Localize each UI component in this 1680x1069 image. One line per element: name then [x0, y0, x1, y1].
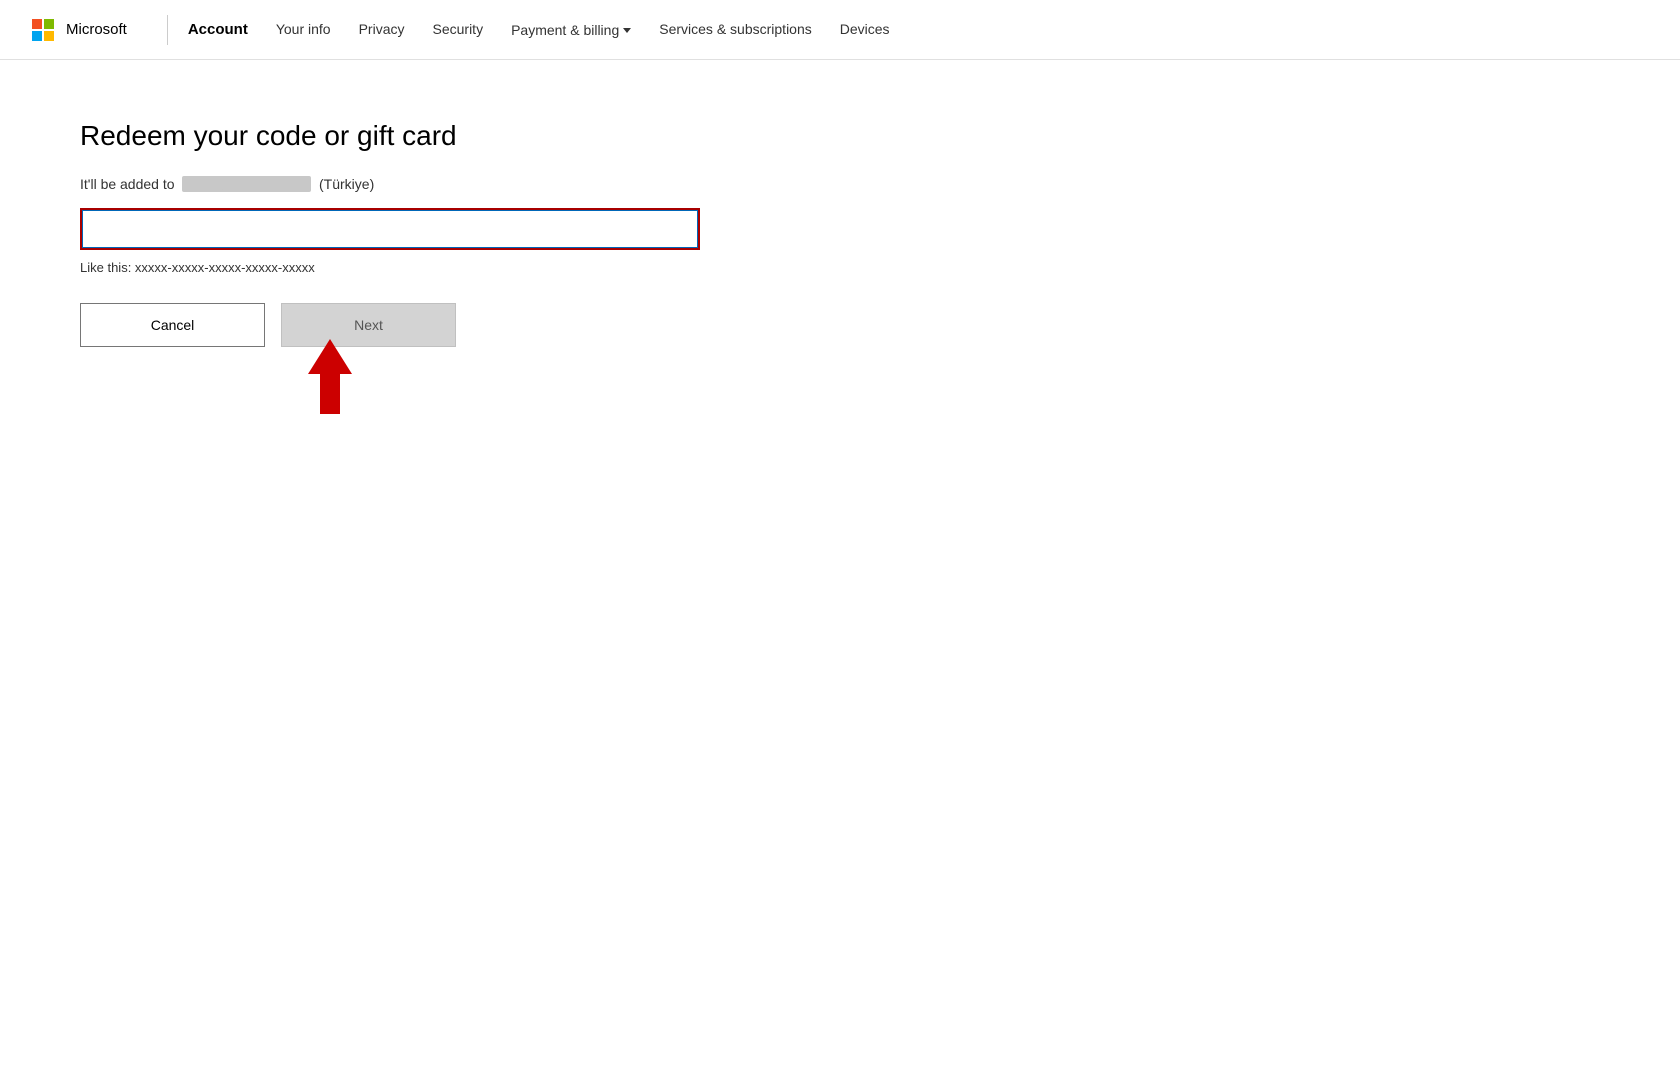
nav-item-devices[interactable]: Devices — [840, 21, 890, 39]
code-input-container — [80, 208, 720, 250]
nav-item-security[interactable]: Security — [433, 21, 484, 39]
nav-link-devices[interactable]: Devices — [840, 21, 890, 37]
subtitle-suffix: (Türkiye) — [319, 176, 374, 192]
subtitle: It'll be added to user@example.com (Türk… — [80, 176, 720, 192]
logo-blue — [32, 31, 42, 41]
chevron-down-icon — [623, 28, 631, 33]
user-email-blurred: user@example.com — [182, 176, 311, 192]
subtitle-prefix: It'll be added to — [80, 176, 175, 192]
microsoft-logo-text: Microsoft — [66, 21, 127, 38]
hint-text: Like this: xxxxx-xxxxx-xxxxx-xxxxx-xxxxx — [80, 260, 720, 275]
next-button[interactable]: Next — [281, 303, 456, 347]
header-divider — [167, 15, 168, 45]
cancel-button[interactable]: Cancel — [80, 303, 265, 347]
logo-area: Microsoft — [32, 19, 127, 41]
main-content: Redeem your code or gift card It'll be a… — [0, 60, 800, 407]
microsoft-logo-icon — [32, 19, 54, 41]
account-label: Account — [188, 21, 248, 38]
nav-link-security[interactable]: Security — [433, 21, 484, 37]
nav-link-payment-billing[interactable]: Payment & billing — [511, 22, 619, 38]
code-input[interactable] — [80, 208, 700, 250]
nav-link-services[interactable]: Services & subscriptions — [659, 21, 812, 37]
nav-item-your-info[interactable]: Your info — [276, 21, 331, 39]
buttons-wrapper: Cancel Next — [80, 303, 456, 347]
logo-red — [32, 19, 42, 29]
nav-link-privacy[interactable]: Privacy — [359, 21, 405, 37]
nav-item-privacy[interactable]: Privacy — [359, 21, 405, 39]
nav-item-services[interactable]: Services & subscriptions — [659, 21, 812, 39]
logo-green — [44, 19, 54, 29]
page-title: Redeem your code or gift card — [80, 120, 720, 152]
main-nav: Your info Privacy Security Payment & bil… — [276, 21, 890, 39]
red-arrow-icon — [290, 339, 370, 429]
header: Microsoft Account Your info Privacy Secu… — [0, 0, 1680, 60]
nav-item-payment-billing[interactable]: Payment & billing — [511, 22, 631, 38]
nav-dropdown-payment[interactable]: Payment & billing — [511, 22, 631, 38]
nav-link-your-info[interactable]: Your info — [276, 21, 331, 37]
logo-yellow — [44, 31, 54, 41]
